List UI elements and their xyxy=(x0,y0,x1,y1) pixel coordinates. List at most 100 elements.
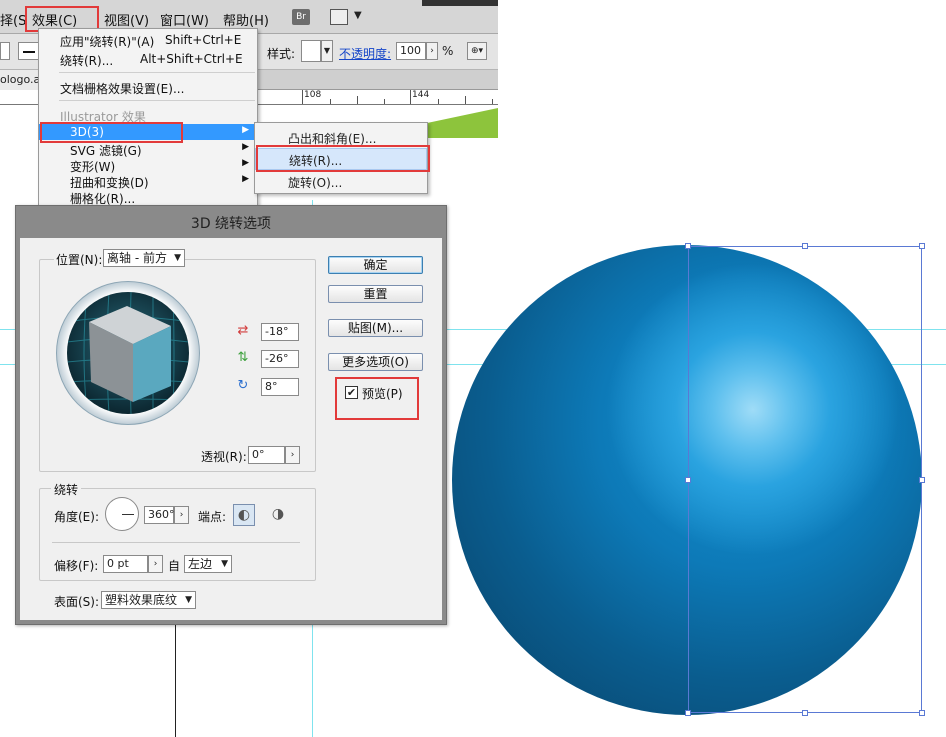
perspective-input[interactable]: 0° xyxy=(248,446,285,464)
position-label: 位置(N): xyxy=(54,251,105,268)
selection-handle[interactable] xyxy=(919,243,925,249)
selection-handle[interactable] xyxy=(802,243,808,249)
selection-bounding-box[interactable] xyxy=(688,246,922,713)
menu-item-warp[interactable]: 变形(W) ▶ xyxy=(39,157,257,174)
chevron-right-icon[interactable]: › xyxy=(174,506,189,524)
offset-label: 偏移(F): xyxy=(54,559,99,573)
ruler-label: 108 xyxy=(304,90,322,100)
ruler-label: 144 xyxy=(412,90,430,100)
stroke-profile[interactable] xyxy=(18,42,40,60)
menu-item-label: 旋转(O)... xyxy=(288,176,343,190)
chevron-down-icon[interactable]: ▼ xyxy=(321,40,333,62)
perspective-label: 透视(R): xyxy=(201,450,247,464)
opacity-input[interactable]: 100 xyxy=(396,42,426,60)
submenu-item-rotate[interactable]: 旋转(O)... xyxy=(255,170,427,192)
ruler-tick xyxy=(357,96,358,104)
chevron-right-icon[interactable]: › xyxy=(285,446,300,464)
menu-view[interactable]: 视图(V) xyxy=(104,10,149,29)
surface-select[interactable]: 塑料效果底纹 ▼ xyxy=(101,591,196,609)
selection-handle[interactable] xyxy=(919,477,925,483)
menu-item-label: 应用"绕转(R)"(A) xyxy=(60,35,155,49)
bridge-button[interactable]: Br xyxy=(292,9,310,25)
from-label: 自 xyxy=(168,559,181,573)
trackball-grid-icon xyxy=(67,292,189,414)
chevron-right-icon[interactable]: › xyxy=(148,555,163,573)
x-angle-input[interactable]: -18° xyxy=(261,323,299,341)
position-select[interactable]: 离轴 - 前方 ▼ xyxy=(103,249,185,267)
dialog-title[interactable]: 3D 绕转选项 xyxy=(16,206,446,239)
y-axis-rotate-icon: ⇅ xyxy=(237,350,249,365)
chevron-down-icon: ▼ xyxy=(185,595,192,605)
ruler-tick xyxy=(384,99,385,104)
menu-item-shortcut: Shift+Ctrl+E xyxy=(165,33,242,47)
menu-item-svg-filters[interactable]: SVG 滤镜(G) ▶ xyxy=(39,141,257,158)
panel-menu-icon[interactable]: ⊕▾ xyxy=(467,42,487,60)
menu-item-shortcut: Alt+Shift+Ctrl+E xyxy=(140,52,243,66)
z-angle-input[interactable]: 8° xyxy=(261,378,299,396)
fill-swatch[interactable] xyxy=(0,42,10,60)
menu-item-label: 栅格化(R)... xyxy=(70,192,136,205)
menu-section-illustrator-effects: Illustrator 效果 xyxy=(39,107,257,124)
green-shape xyxy=(420,108,498,138)
menu-item-raster-settings[interactable]: 文档栅格效果设置(E)... xyxy=(39,79,257,96)
style-label: 样式: xyxy=(267,47,296,61)
menu-item-apply-revolve[interactable]: 应用"绕转(R)"(A) Shift+Ctrl+E xyxy=(39,32,257,49)
menu-window[interactable]: 窗口(W) xyxy=(160,10,209,29)
chevron-right-icon[interactable]: › xyxy=(426,42,438,60)
angle-dial[interactable] xyxy=(105,497,139,531)
menu-item-label: 文档栅格效果设置(E)... xyxy=(60,82,185,96)
ruler-tick xyxy=(410,90,411,104)
selection-handle[interactable] xyxy=(685,243,691,249)
chevron-down-icon[interactable]: ▼ xyxy=(354,10,362,21)
reset-button[interactable]: 重置 xyxy=(328,285,423,303)
menu-item-distort-transform[interactable]: 扭曲和变换(D) ▶ xyxy=(39,173,257,190)
chevron-down-icon: ▼ xyxy=(221,559,228,569)
cap-label: 端点: xyxy=(198,510,227,524)
surface-value: 塑料效果底纹 xyxy=(105,593,178,607)
selection-handle[interactable] xyxy=(685,710,691,716)
z-axis-rotate-icon: ↻ xyxy=(237,378,249,393)
y-angle-input[interactable]: -26° xyxy=(261,350,299,368)
trackball[interactable] xyxy=(67,292,189,414)
menu-item-revolve[interactable]: 绕转(R)... Alt+Shift+Ctrl+E xyxy=(39,51,257,68)
surface-label: 表面(S): xyxy=(54,595,100,609)
revolve-group-title: 绕转 xyxy=(51,481,82,498)
highlight-box-3d xyxy=(40,122,183,143)
menu-item-label: 绕转(R)... xyxy=(60,54,114,68)
style-swatch[interactable] xyxy=(301,40,321,62)
chevron-right-icon: ▶ xyxy=(242,158,249,168)
percent-label: % xyxy=(442,44,454,58)
cap-on-icon[interactable]: ◐ xyxy=(233,504,255,526)
ruler-tick xyxy=(492,99,493,104)
selection-handle[interactable] xyxy=(802,710,808,716)
angle-label: 角度(E): xyxy=(54,510,99,524)
more-options-button[interactable]: 更多选项(O) xyxy=(328,353,423,371)
menu-help[interactable]: 帮助(H) xyxy=(223,10,269,29)
position-value: 离轴 - 前方 xyxy=(107,251,167,265)
offset-input[interactable]: 0 pt xyxy=(103,555,148,573)
chevron-right-icon: ▶ xyxy=(242,174,249,184)
menu-item-rasterize[interactable]: 栅格化(R)... xyxy=(39,189,257,205)
ruler-tick xyxy=(330,99,331,104)
menu-separator xyxy=(59,72,255,73)
effect-menu: 应用"绕转(R)"(A) Shift+Ctrl+E 绕转(R)... Alt+S… xyxy=(38,28,258,206)
angle-input[interactable]: 360° xyxy=(144,506,175,524)
from-value: 左边 xyxy=(188,557,213,571)
chevron-down-icon: ▼ xyxy=(174,253,181,263)
menu-select[interactable]: 择(S xyxy=(0,10,26,29)
from-select[interactable]: 左边 ▼ xyxy=(184,555,232,573)
arrange-documents-icon[interactable] xyxy=(330,9,348,25)
ruler-tick xyxy=(465,96,466,104)
ok-button[interactable]: 确定 xyxy=(328,256,423,274)
highlight-box-revolve xyxy=(256,145,430,172)
document-tab[interactable]: ologo.a xyxy=(0,70,42,90)
ruler-tick xyxy=(302,90,303,104)
selection-handle[interactable] xyxy=(685,477,691,483)
map-button[interactable]: 贴图(M)... xyxy=(328,319,423,337)
selection-handle[interactable] xyxy=(919,710,925,716)
divider xyxy=(52,542,300,543)
cap-off-icon[interactable]: ◑ xyxy=(267,504,289,526)
highlight-box-preview xyxy=(335,377,419,420)
title-strip xyxy=(422,0,498,6)
opacity-link[interactable]: 不透明度: xyxy=(339,45,391,62)
